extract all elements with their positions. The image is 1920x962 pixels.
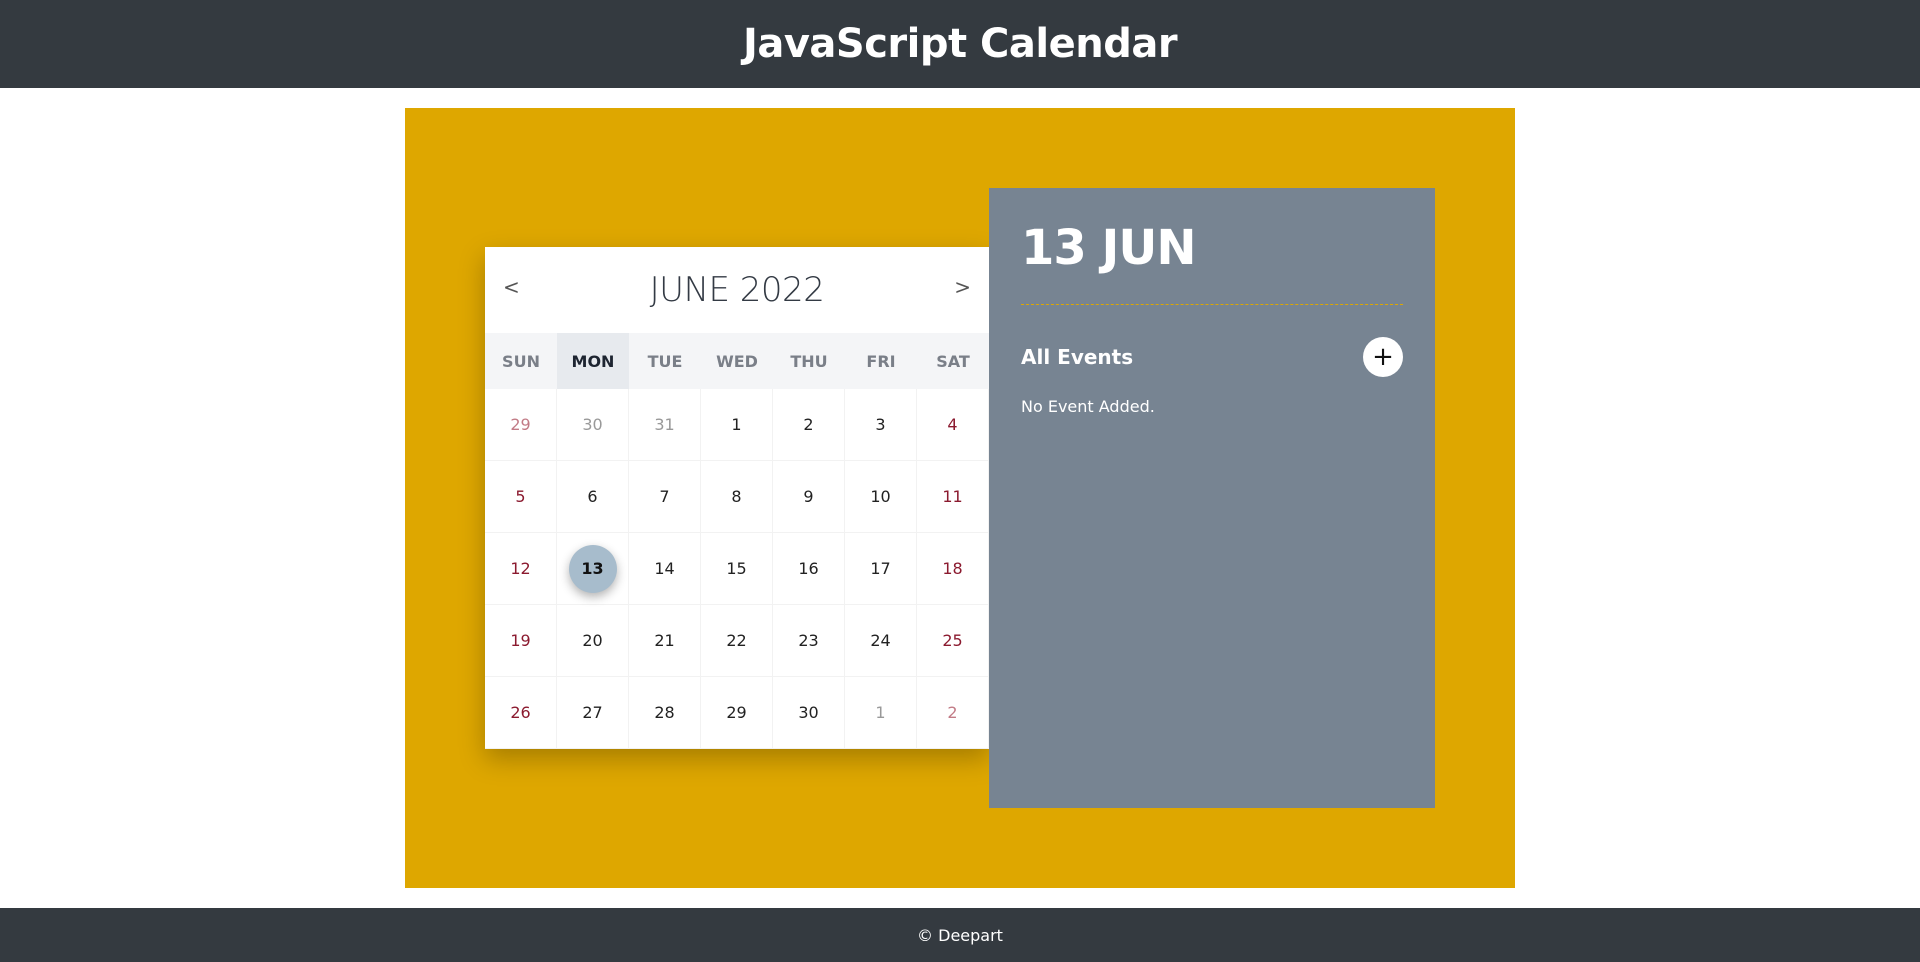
calendar-stage: < JUNE 2022 > SUN MON TUE WED THU FRI SAT 29 30… (405, 108, 1515, 888)
weekday-tue: TUE (647, 351, 683, 371)
days-grid: 29 30 31 1 2 3 4 5 6 7 8 9 10 11 12 13 14 15 16 17 18 19 20 21 2… (485, 389, 989, 749)
day-cell[interactable]: 10 (845, 461, 917, 533)
day-cell[interactable]: 2 (917, 677, 989, 749)
day-cell-today[interactable]: 13 (557, 533, 629, 605)
day-cell[interactable]: 15 (701, 533, 773, 605)
day-cell[interactable]: 8 (701, 461, 773, 533)
calendar-header: < JUNE 2022 > (485, 247, 989, 333)
day-cell[interactable]: 27 (557, 677, 629, 749)
day-cell[interactable]: 29 (485, 389, 557, 461)
day-cell[interactable]: 30 (773, 677, 845, 749)
day-cell[interactable]: 3 (845, 389, 917, 461)
day-cell[interactable]: 22 (701, 605, 773, 677)
day-cell[interactable]: 4 (917, 389, 989, 461)
weekday-mon: MON (557, 333, 629, 389)
empty-events-text: No Event Added. (1021, 397, 1155, 416)
page-title: JavaScript Calendar (742, 21, 1178, 67)
weekday-sun: SUN (502, 351, 540, 371)
day-cell[interactable]: 29 (701, 677, 773, 749)
day-cell[interactable]: 17 (845, 533, 917, 605)
next-month-button[interactable]: > (954, 275, 971, 299)
events-title: All Events (1021, 345, 1134, 369)
panel-divider (1021, 304, 1403, 305)
day-cell[interactable]: 5 (485, 461, 557, 533)
day-cell[interactable]: 19 (485, 605, 557, 677)
events-header: All Events + (1021, 337, 1403, 377)
day-cell[interactable]: 26 (485, 677, 557, 749)
day-cell[interactable]: 28 (629, 677, 701, 749)
day-cell[interactable]: 20 (557, 605, 629, 677)
event-panel: 13 JUN All Events + No Event Added. (989, 188, 1435, 808)
weekday-sat: SAT (936, 351, 970, 371)
top-header: JavaScript Calendar (0, 0, 1920, 88)
day-cell[interactable]: 25 (917, 605, 989, 677)
day-cell[interactable]: 7 (629, 461, 701, 533)
day-cell[interactable]: 16 (773, 533, 845, 605)
day-cell[interactable]: 31 (629, 389, 701, 461)
day-cell[interactable]: 6 (557, 461, 629, 533)
day-cell[interactable]: 18 (917, 533, 989, 605)
calendar-widget: < JUNE 2022 > SUN MON TUE WED THU FRI SAT 29 30… (485, 247, 989, 749)
day-cell[interactable]: 2 (773, 389, 845, 461)
weekday-thu: THU (790, 351, 828, 371)
day-cell[interactable]: 1 (845, 677, 917, 749)
weekday-fri: FRI (866, 351, 896, 371)
add-event-button[interactable]: + (1363, 337, 1403, 377)
day-cell[interactable]: 24 (845, 605, 917, 677)
day-cell[interactable]: 30 (557, 389, 629, 461)
today-highlight: 13 (568, 544, 617, 593)
selected-date: 13 JUN (1021, 220, 1197, 276)
month-label: JUNE 2022 (649, 270, 825, 310)
day-cell[interactable]: 12 (485, 533, 557, 605)
footer-text: © Deepart (917, 925, 1003, 945)
weekday-row: SUN MON TUE WED THU FRI SAT (485, 333, 989, 389)
footer: © Deepart (0, 908, 1920, 962)
day-cell[interactable]: 23 (773, 605, 845, 677)
prev-month-button[interactable]: < (503, 275, 520, 299)
day-cell[interactable]: 21 (629, 605, 701, 677)
weekday-wed: WED (716, 351, 758, 371)
day-cell[interactable]: 11 (917, 461, 989, 533)
day-cell[interactable]: 14 (629, 533, 701, 605)
day-cell[interactable]: 9 (773, 461, 845, 533)
day-cell[interactable]: 1 (701, 389, 773, 461)
